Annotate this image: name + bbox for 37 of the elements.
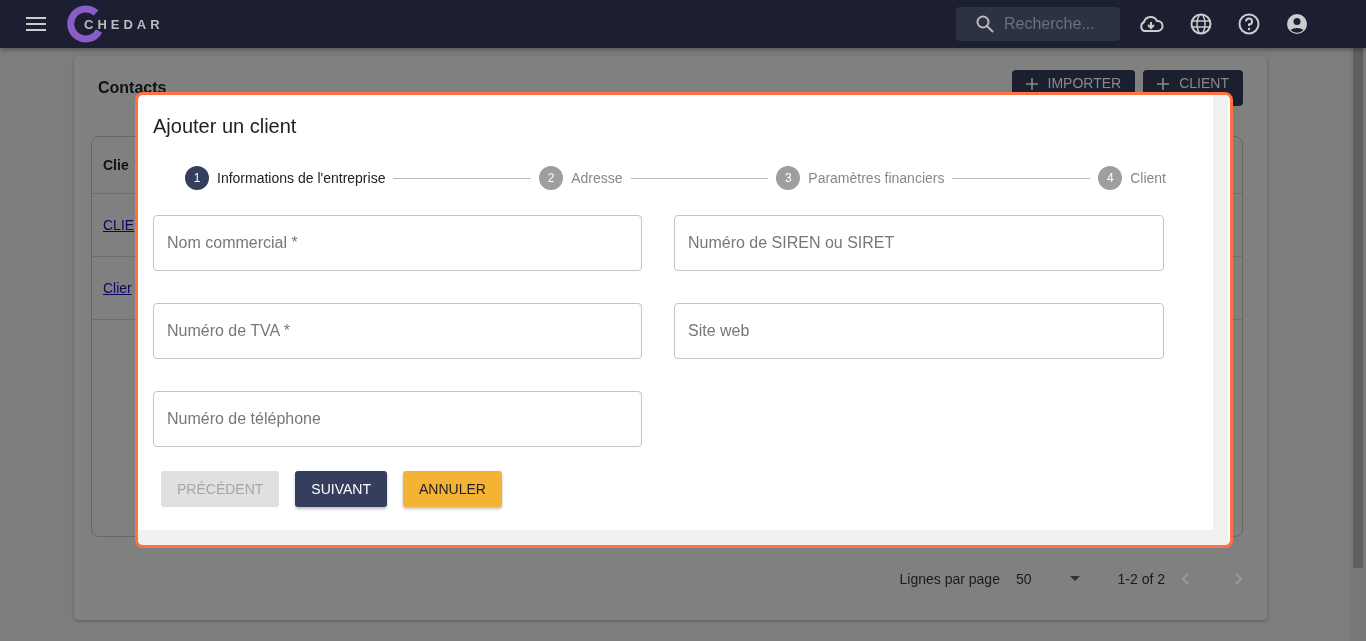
page-title: Contacts [98, 79, 167, 97]
rows-per-page-select[interactable]: 50 [1015, 570, 1080, 587]
step-label[interactable]: Client [1130, 170, 1166, 186]
search-field[interactable]: Recherche... [956, 7, 1120, 41]
input-field[interactable]: Numéro de SIREN ou SIRET [674, 215, 1164, 271]
dialog-vertical-scrollbar[interactable] [1213, 95, 1228, 530]
step-label[interactable]: Paramètres financiers [808, 170, 945, 186]
plus-icon [1157, 78, 1170, 90]
step-label[interactable]: Informations de l'entreprise [217, 170, 386, 186]
cloud-download-icon[interactable] [1138, 15, 1164, 33]
dialog-title: Ajouter un client [153, 115, 298, 138]
step-label[interactable]: Adresse [571, 170, 623, 186]
caret-icon [1069, 576, 1080, 582]
page-range: 1-2 of 2 [1117, 570, 1165, 587]
input-field[interactable]: Numéro de téléphone [153, 391, 642, 447]
menu-icon[interactable] [26, 17, 46, 31]
logo-text: CHEDAR [84, 16, 164, 32]
plus-icon [1025, 78, 1038, 90]
step-number[interactable]: 4 [1098, 166, 1123, 190]
dialog-horizontal-scrollbar[interactable] [138, 530, 1228, 545]
search-icon [976, 15, 994, 33]
step-number[interactable]: 1 [185, 166, 209, 190]
input-field[interactable]: Site web [674, 303, 1164, 359]
help-icon[interactable] [1238, 13, 1260, 35]
account-icon[interactable] [1286, 13, 1308, 35]
dialog-button[interactable]: ANNULER [403, 471, 502, 507]
input-field[interactable]: Numéro de TVA * [153, 303, 642, 359]
column-header: Clie [103, 157, 129, 173]
globe-icon[interactable] [1190, 13, 1212, 35]
page-scrollbar[interactable] [1350, 48, 1366, 641]
rows-per-page-label: Lignes par page [899, 570, 1000, 587]
client-link[interactable]: CLIE [103, 217, 135, 233]
step-number[interactable]: 3 [776, 166, 801, 190]
step-number[interactable]: 2 [539, 166, 564, 190]
dialog-button[interactable]: SUIVANT [295, 471, 387, 507]
input-field[interactable]: Nom commercial * [153, 215, 642, 271]
client-link[interactable]: Clier [103, 280, 132, 296]
